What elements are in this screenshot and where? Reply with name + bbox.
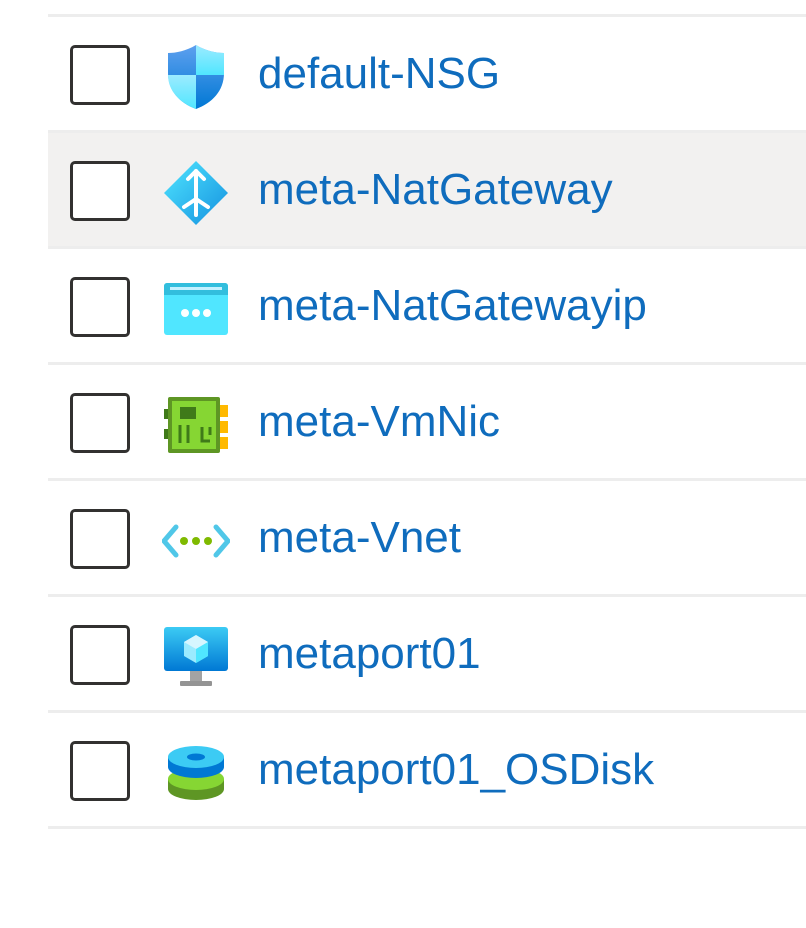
managed-disk-icon (162, 739, 230, 807)
resource-link[interactable]: default-NSG (258, 17, 500, 130)
row-checkbox[interactable] (70, 509, 130, 569)
resource-row[interactable]: meta-Vnet (48, 481, 806, 597)
resource-link[interactable]: metaport01_OSDisk (258, 713, 654, 826)
public-ip-address-icon (162, 275, 230, 343)
resource-row[interactable]: default-NSG (48, 17, 806, 133)
nat-gateway-icon (162, 159, 230, 227)
resource-list: default-NSG meta-NatGateway meta-NatGate… (48, 14, 806, 829)
resource-row[interactable]: meta-NatGateway (48, 133, 806, 249)
resource-row[interactable]: meta-VmNic (48, 365, 806, 481)
resource-link[interactable]: meta-Vnet (258, 481, 461, 594)
virtual-machine-icon (162, 623, 230, 691)
resource-row[interactable]: metaport01_OSDisk (48, 713, 806, 829)
virtual-network-icon (162, 507, 230, 575)
resource-link[interactable]: meta-NatGatewayip (258, 249, 647, 362)
row-checkbox[interactable] (70, 161, 130, 221)
row-checkbox[interactable] (70, 625, 130, 685)
resource-link[interactable]: meta-VmNic (258, 365, 500, 478)
network-interface-icon (162, 391, 230, 459)
resource-link[interactable]: metaport01 (258, 597, 481, 710)
network-security-group-icon (162, 43, 230, 111)
row-checkbox[interactable] (70, 277, 130, 337)
row-checkbox[interactable] (70, 741, 130, 801)
row-checkbox[interactable] (70, 45, 130, 105)
resource-row[interactable]: meta-NatGatewayip (48, 249, 806, 365)
resource-link[interactable]: meta-NatGateway (258, 133, 613, 246)
row-checkbox[interactable] (70, 393, 130, 453)
resource-row[interactable]: metaport01 (48, 597, 806, 713)
